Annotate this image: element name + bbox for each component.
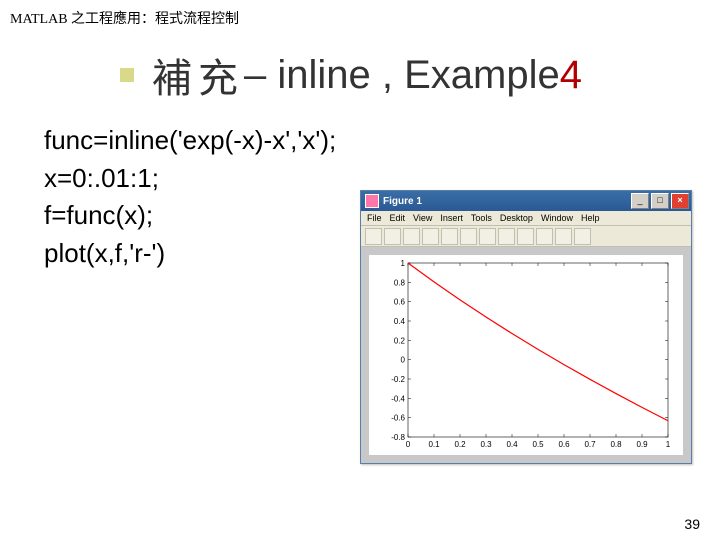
- svg-text:-0.4: -0.4: [391, 394, 405, 403]
- svg-text:0.8: 0.8: [394, 278, 406, 287]
- svg-text:0.8: 0.8: [610, 440, 622, 449]
- toolbar-legend-icon[interactable]: [574, 228, 591, 245]
- code-line: func=inline('exp(-x)-x','x');: [44, 122, 720, 160]
- title-cjk: 補充: [152, 46, 244, 104]
- toolbar-zoomout-icon[interactable]: [479, 228, 496, 245]
- figure-menubar: File Edit View Insert Tools Desktop Wind…: [361, 211, 691, 226]
- title-latin: – inline , Example: [244, 53, 560, 98]
- figure-app-icon: [365, 194, 379, 208]
- svg-text:0.2: 0.2: [394, 336, 406, 345]
- minimize-button[interactable]: _: [631, 193, 649, 209]
- toolbar-rotate-icon[interactable]: [517, 228, 534, 245]
- svg-text:-0.6: -0.6: [391, 414, 405, 423]
- svg-text:1: 1: [666, 440, 671, 449]
- figure-window: Figure 1 _ □ × File Edit View Insert Too…: [360, 190, 692, 464]
- toolbar-zoomin-icon[interactable]: [460, 228, 477, 245]
- menu-item-edit[interactable]: Edit: [390, 213, 406, 223]
- svg-text:0.3: 0.3: [480, 440, 492, 449]
- toolbar-save-icon[interactable]: [403, 228, 420, 245]
- svg-text:0.5: 0.5: [532, 440, 544, 449]
- svg-text:-0.2: -0.2: [391, 375, 405, 384]
- menu-item-file[interactable]: File: [367, 213, 382, 223]
- figure-titlebar[interactable]: Figure 1 _ □ ×: [361, 191, 691, 211]
- svg-text:0: 0: [401, 356, 406, 365]
- toolbar-pan-icon[interactable]: [498, 228, 515, 245]
- toolbar-new-icon[interactable]: [365, 228, 382, 245]
- plot-svg: -0.8 -0.6 -0.4 -0.2 0 0.2 0.4 0.6 0.8 1 0 0.1 0.2 0.3…: [369, 255, 683, 455]
- toolbar-pointer-icon[interactable]: [441, 228, 458, 245]
- menu-item-tools[interactable]: Tools: [471, 213, 492, 223]
- title-number: 4: [560, 53, 582, 98]
- svg-text:0.4: 0.4: [506, 440, 518, 449]
- menu-item-view[interactable]: View: [413, 213, 432, 223]
- svg-text:0.7: 0.7: [584, 440, 596, 449]
- figure-title: Figure 1: [383, 196, 629, 207]
- svg-text:0.2: 0.2: [454, 440, 466, 449]
- menu-item-window[interactable]: Window: [541, 213, 573, 223]
- svg-text:0.6: 0.6: [558, 440, 570, 449]
- svg-text:0.9: 0.9: [636, 440, 648, 449]
- maximize-button[interactable]: □: [651, 193, 669, 209]
- toolbar-datatip-icon[interactable]: [536, 228, 553, 245]
- menu-item-insert[interactable]: Insert: [440, 213, 463, 223]
- page-title: 補充 – inline , Example 4: [120, 46, 720, 104]
- svg-text:0.6: 0.6: [394, 298, 406, 307]
- menu-item-desktop[interactable]: Desktop: [500, 213, 533, 223]
- toolbar-open-icon[interactable]: [384, 228, 401, 245]
- menu-item-help[interactable]: Help: [581, 213, 600, 223]
- svg-text:1: 1: [401, 259, 406, 268]
- page-number: 39: [684, 516, 700, 532]
- close-button[interactable]: ×: [671, 193, 689, 209]
- toolbar-colorbar-icon[interactable]: [555, 228, 572, 245]
- svg-text:-0.8: -0.8: [391, 433, 405, 442]
- svg-text:0.4: 0.4: [394, 317, 406, 326]
- toolbar-print-icon[interactable]: [422, 228, 439, 245]
- breadcrumb: MATLAB 之工程應用：程式流程控制: [0, 0, 720, 28]
- figure-canvas: -0.8 -0.6 -0.4 -0.2 0 0.2 0.4 0.6 0.8 1 0 0.1 0.2 0.3…: [361, 247, 691, 463]
- svg-text:0.1: 0.1: [428, 440, 440, 449]
- svg-text:0: 0: [406, 440, 411, 449]
- axes: -0.8 -0.6 -0.4 -0.2 0 0.2 0.4 0.6 0.8 1 0 0.1 0.2 0.3…: [369, 255, 683, 455]
- figure-toolbar: [361, 226, 691, 247]
- title-bullet-icon: [120, 68, 134, 82]
